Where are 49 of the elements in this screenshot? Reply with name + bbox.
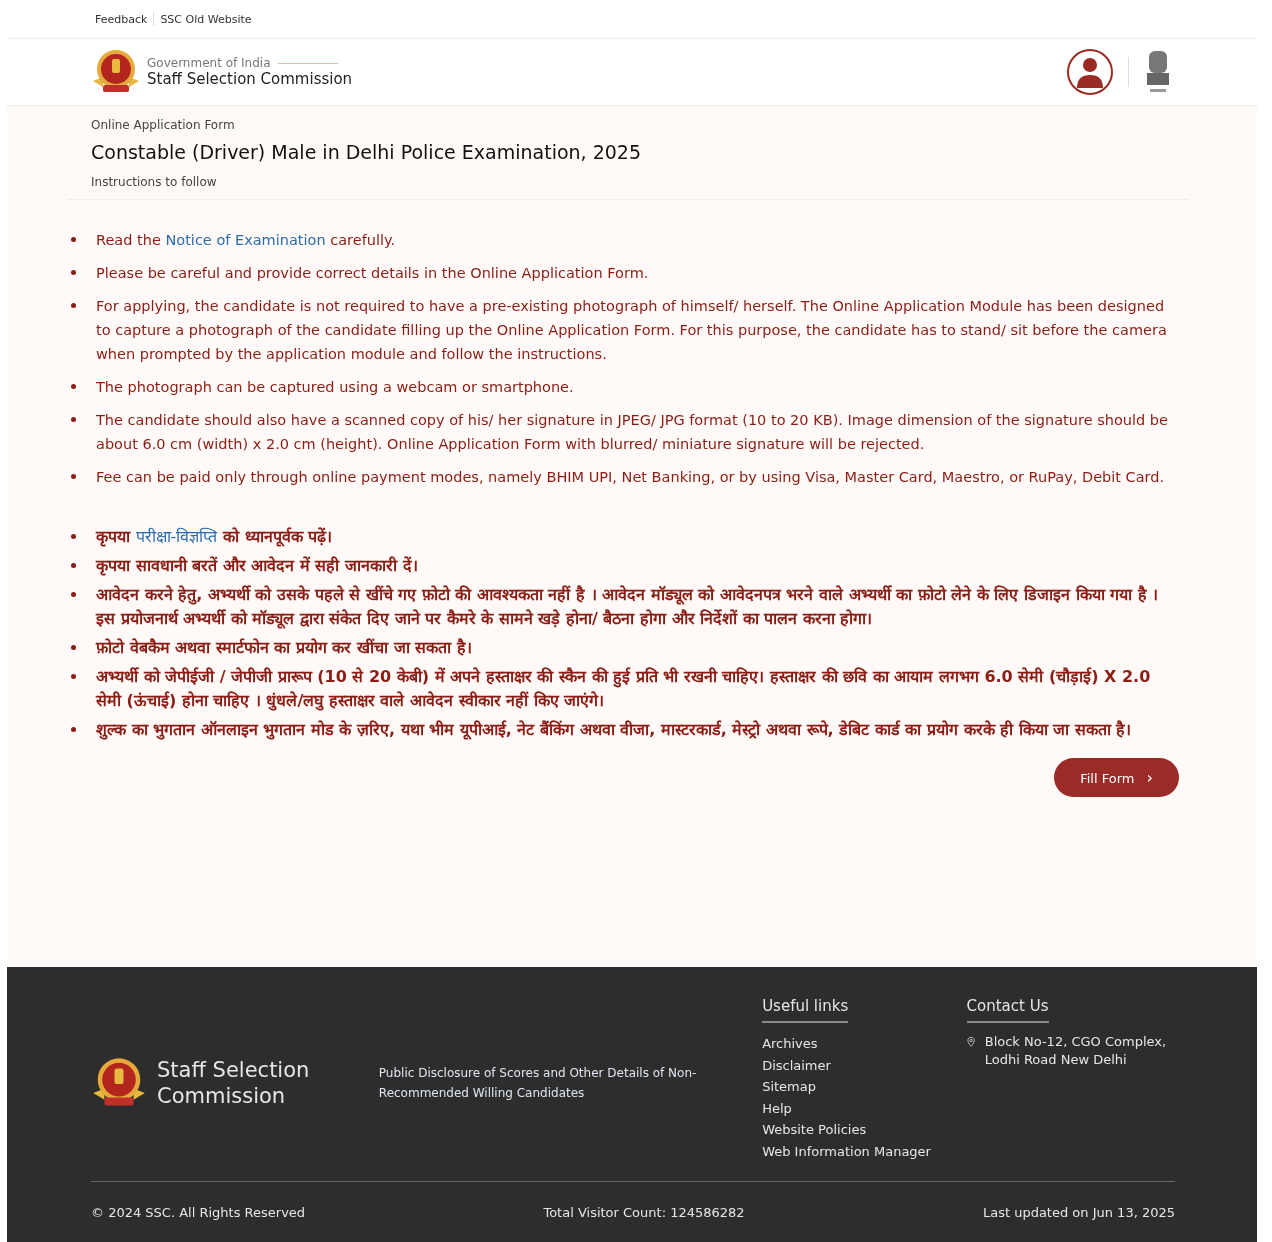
- footer-link[interactable]: Sitemap: [762, 1076, 967, 1098]
- notice-link[interactable]: Notice of Examination: [165, 232, 326, 248]
- bullet-icon: [71, 727, 76, 732]
- instruction-text: फ़ोटो वेबकैम अथवा स्मार्टफोन का प्रयोग कर खींचा जा सकता है।: [96, 637, 472, 659]
- bullet-icon: [71, 237, 76, 242]
- disclosure-link[interactable]: Public Disclosure of Scores and Other Details of Non-Recommended Willing Candidates: [378, 1063, 737, 1103]
- footer-link[interactable]: Web Information Manager: [762, 1140, 967, 1162]
- instruction-text: Please be careful and provide correct details in the Online Application Form.: [96, 264, 649, 283]
- instruction-text: कृपया परीक्षा-विज्ञप्ति को ध्यानपूर्वक पढ़ें।: [96, 526, 333, 549]
- bullet-icon: [71, 674, 76, 679]
- instruction-text: For applying, the candidate is not required to have a pre-existing photograph of himself/ herself. The Online Application Module has been designed to capture a photograph of the candidate filling up the Online Application Form. For this purpose, the candidate has to stand/ sit before the camera when prompted by the application module and follow the instructions.: [96, 297, 1168, 364]
- instruction-text: Read the Notice of Examination carefully.: [96, 231, 396, 250]
- top-link[interactable]: Feedback: [95, 12, 148, 26]
- bullet-icon: [71, 270, 76, 275]
- instruction-text: The photograph can be captured using a webcam or smartphone.: [96, 378, 574, 397]
- user-avatar-icon[interactable]: [1066, 48, 1114, 96]
- copyright-text: © 2024 SSC. All Rights Reserved: [91, 1204, 306, 1220]
- instruction-text: अभ्यर्थी को जेपीईजी / जेपीजी प्रारूप (10 से 20 केबी) में अपने हस्ताक्षर की स्कैन की हुई प्रति भी रखनी चाहिए। हस्ताक्षर की छवि का आयाम लगभग 6.0 सेमी (चौड़ाई) X 2.0 सेमी (ऊंचाई) होना चाहिए । धुंधले/लघु हस्ताक्षर वाले आवेदन स्वीकार नहीं किए जाएंगे।: [96, 666, 1152, 713]
- footer-link[interactable]: Website Policies: [762, 1119, 967, 1141]
- header-subtitle: Government of India: [147, 56, 271, 70]
- bullet-icon: [71, 474, 76, 479]
- top-link[interactable]: SSC Old Website: [160, 12, 252, 26]
- footer-link[interactable]: Disclaimer: [762, 1054, 967, 1076]
- instruction-text: Fee can be paid only through online payment modes, namely BHIM UPI, Net Banking, or by using Visa, Master Card, Maestro, or RuPay, Debit Card.: [96, 468, 1165, 487]
- instruction-text: The candidate should also have a scanned copy of his/ her signature in JPEG/ JPG format (10 to 20 KB). Image dimension of the signature should be about 6.0 cm (width) x 2.0 cm (height). Online Application Form with blurred/ miniature signature will be rejected.: [96, 411, 1169, 454]
- bullet-icon: [71, 417, 76, 422]
- footer-link[interactable]: Archives: [762, 1033, 967, 1055]
- fill-form-button[interactable]: Fill Form ›: [1054, 758, 1179, 797]
- bullet-icon: [71, 303, 76, 308]
- header-title: Staff Selection Commission: [147, 70, 353, 88]
- form-label: Online Application Form: [91, 118, 236, 132]
- last-updated-text: Last updated on Jun 13, 2025: [982, 1204, 1175, 1220]
- bullet-icon: [71, 384, 76, 389]
- instruction-text: शुल्क का भुगतान ऑनलाइन भुगतान मोड के ज़रिए, यथा भीम यूपीआई, नेट बैंकिंग अथवा वीजा, मास्टरकार्ड, मेस्ट्रो अथवा रूपे, डेबिट कार्ड का प्रयोग करके ही किया जा सकता है।: [96, 719, 1132, 742]
- useful-links-heading: Useful links: [762, 997, 849, 1023]
- notice-link[interactable]: परीक्षा-विज्ञप्ति: [135, 527, 218, 546]
- address-text: Block No-12, CGO Complex, Lodhi Road New Delhi: [984, 1033, 1168, 1069]
- section-heading: Instructions to follow: [91, 175, 218, 189]
- footer-brand: Staff Selection Commission: [157, 1057, 311, 1109]
- visitor-count: Total Visitor Count: 124586282: [543, 1204, 745, 1220]
- instruction-text: कृपया सावधानी बरतें और आवेदन में सही जानकारी दें।: [96, 555, 418, 578]
- form-title: Constable (Driver) Male in Delhi Police Examination, 2025: [91, 141, 643, 163]
- contact-heading: Contact Us: [966, 997, 1049, 1023]
- bullet-icon: [71, 645, 76, 650]
- bullet-icon: [71, 563, 76, 568]
- instruction-text: आवेदन करने हेतु, अभ्यर्थी को उसके पहले से खींचे गए फ़ोटो की आवश्यकता नहीं है । आवेदन मॉड्यूल को आवेदनपत्र भरने वाले अभ्यर्थी का फ़ोटो लेने के लिए डिजाइन किया गया है । इस प्रयोजनार्थ अभ्यर्थी को मॉड्यूल द्वारा संकेत दिए जाने पर कैमरे के सामने खड़े होना/ बैठना होगा और निर्देशों का पालन करना होगा।: [96, 584, 1160, 631]
- bullet-icon: [71, 592, 76, 597]
- footer-link[interactable]: Help: [762, 1097, 967, 1119]
- bullet-icon: [71, 534, 76, 539]
